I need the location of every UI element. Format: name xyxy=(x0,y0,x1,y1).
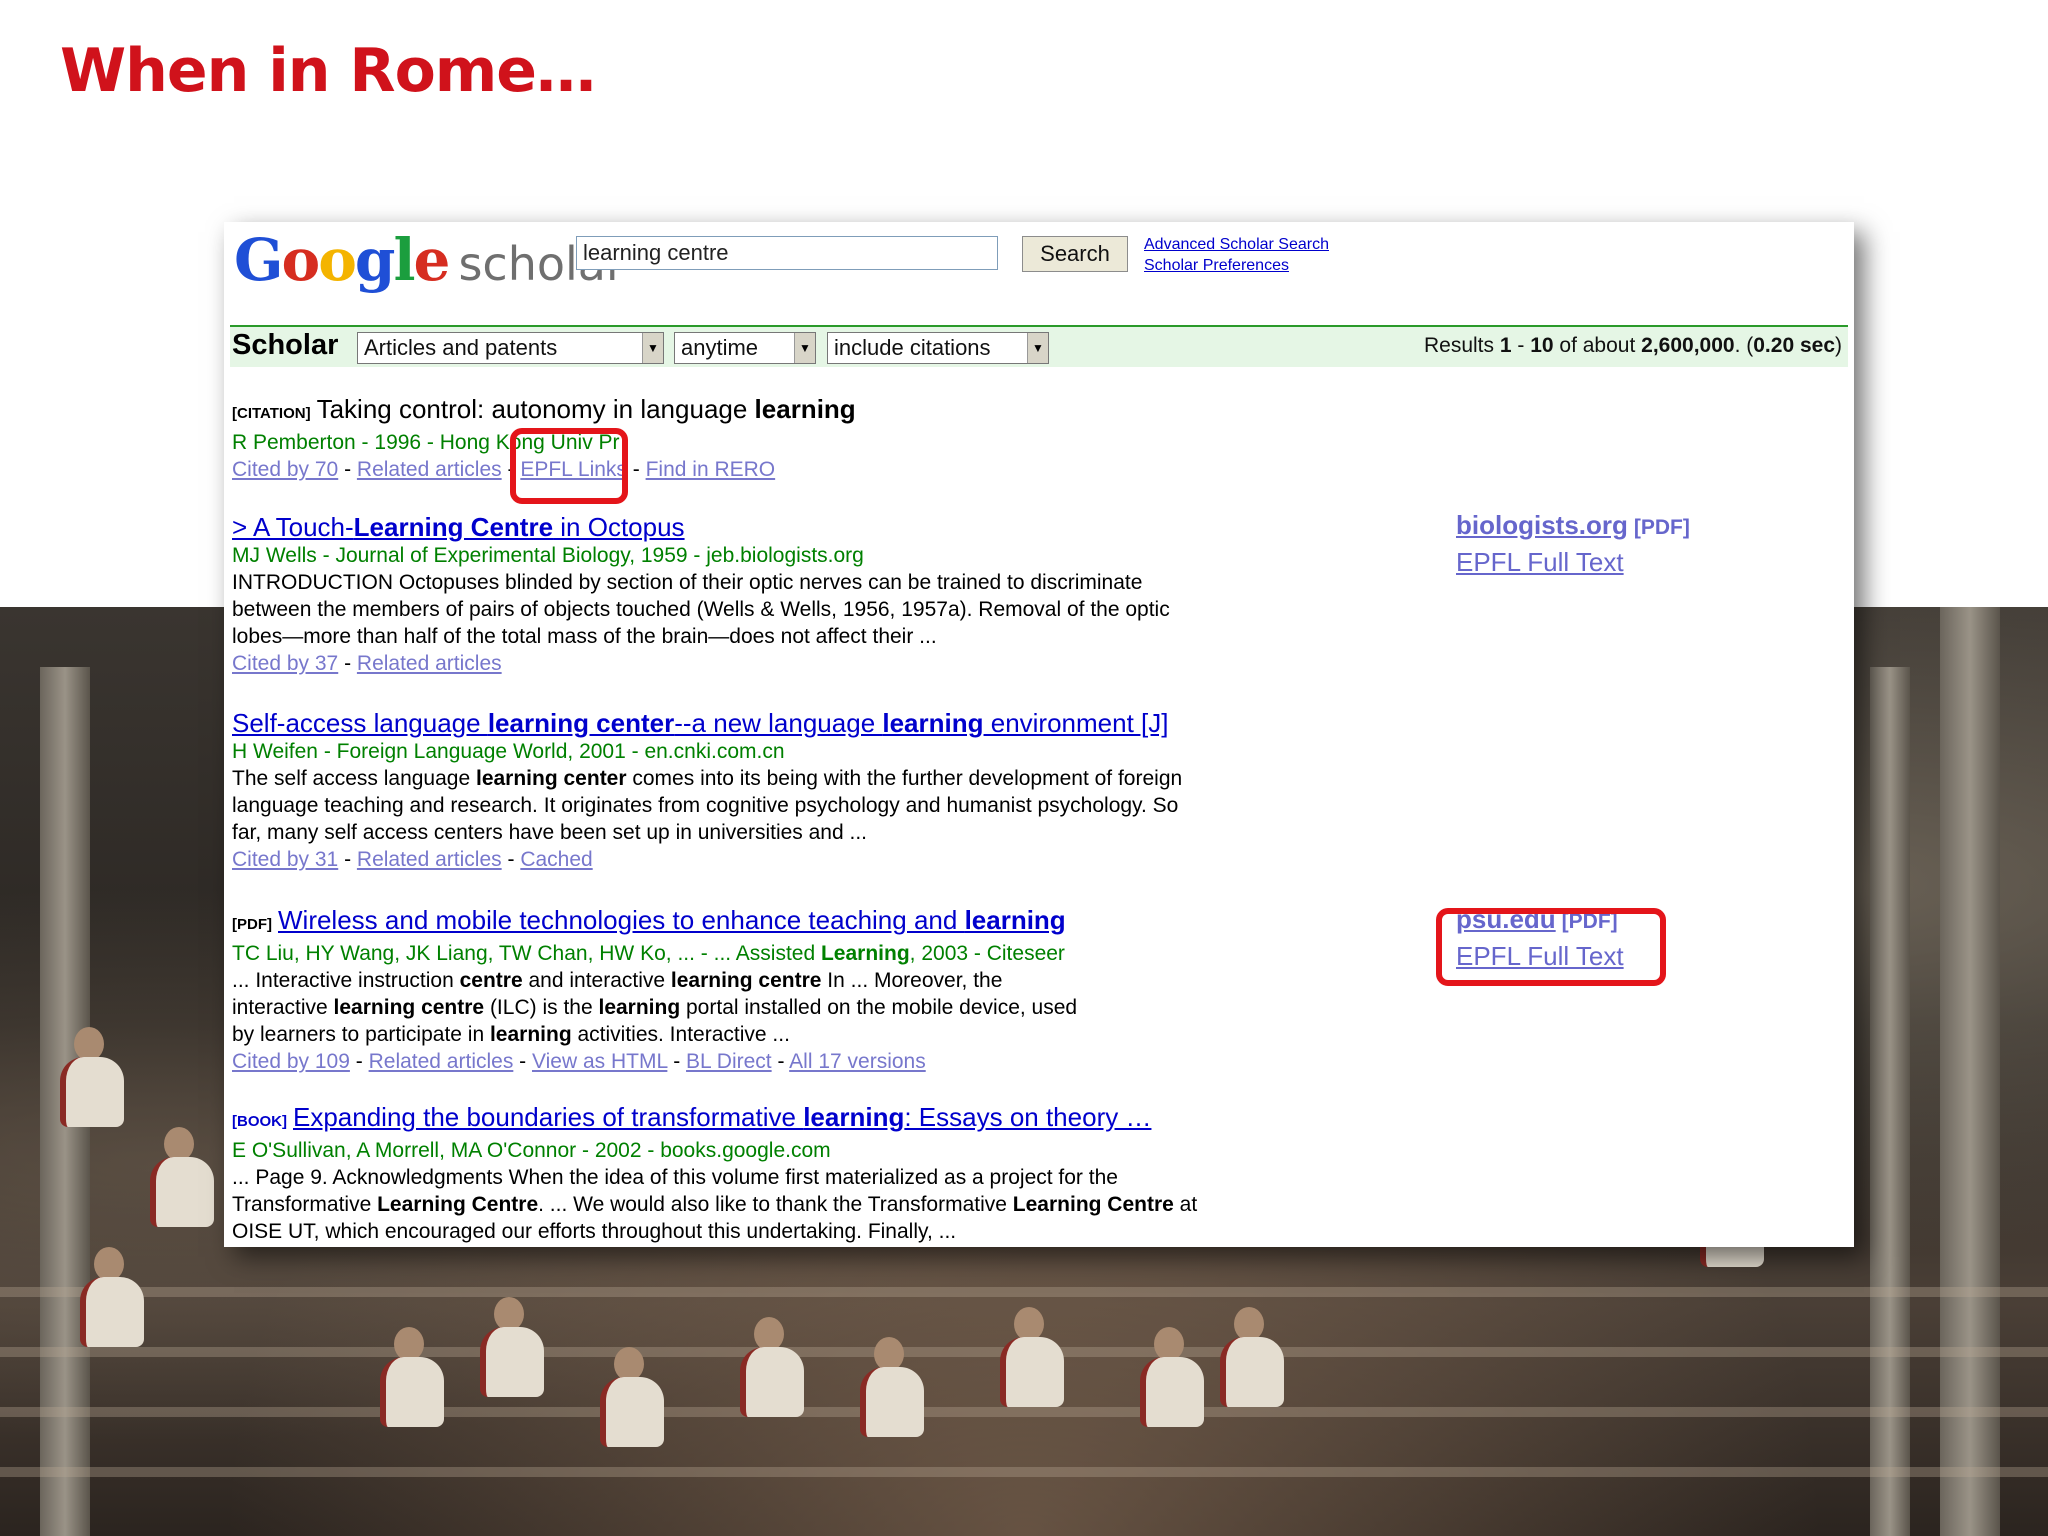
result-snippet: The self access language learning center… xyxy=(232,767,1183,844)
search-result: [CITATION] Taking control: autonomy in la… xyxy=(232,394,1232,483)
cited-by-link[interactable]: Cited by 109 xyxy=(232,1050,350,1073)
logo-letter: o xyxy=(318,226,357,294)
search-button[interactable]: Search xyxy=(1022,236,1128,272)
type-select[interactable]: Articles and patents ▼ xyxy=(357,332,664,364)
result-title-link[interactable]: Self-access language learning center--a … xyxy=(232,708,1169,738)
scholar-label: Scholar xyxy=(232,329,339,361)
logo-letter: G xyxy=(234,226,284,294)
chevron-down-icon: ▼ xyxy=(642,333,663,363)
result-meta: R Pemberton - 1996 - Hong Kong Univ Pr xyxy=(232,431,620,454)
step xyxy=(0,1467,2048,1477)
logo-letter: o xyxy=(281,226,321,294)
view-as-html-link[interactable]: View as HTML xyxy=(532,1050,667,1073)
result-meta: H Weifen - Foreign Language World, 2001 … xyxy=(232,740,785,763)
result-title[interactable]: > A Touch-Learning Centre in Octopus xyxy=(232,512,1232,542)
search-result: > A Touch-Learning Centre in Octopus MJ … xyxy=(232,512,1232,677)
scholar-window: Googlescholar Search Advanced Scholar Se… xyxy=(224,222,1854,1247)
preferences-link[interactable]: Scholar Preferences xyxy=(1144,255,1329,276)
advanced-search-link[interactable]: Advanced Scholar Search xyxy=(1144,234,1329,255)
chevron-down-icon: ▼ xyxy=(1027,333,1048,363)
related-articles-link[interactable]: Related articles xyxy=(357,652,502,675)
result-title[interactable]: [BOOK] Expanding the boundaries of transf… xyxy=(232,1102,1232,1137)
result-title-link[interactable]: > A Touch-Learning Centre in Octopus xyxy=(232,512,685,542)
time-select-value: anytime xyxy=(681,335,759,360)
logo-letter: e xyxy=(413,226,451,294)
search-input[interactable] xyxy=(576,236,998,270)
result-links: Cited by 109 - Related articles - View a… xyxy=(232,1050,926,1073)
cited-by-link[interactable]: Cited by 31 xyxy=(232,848,338,871)
bl-direct-link[interactable]: BL Direct xyxy=(686,1050,772,1073)
chevron-down-icon: ▼ xyxy=(794,333,815,363)
related-articles-link[interactable]: Related articles xyxy=(357,848,502,871)
result-type-tag: [BOOK] xyxy=(232,1113,287,1130)
result-links: Cited by 31 - Related articles - Cached xyxy=(232,848,593,871)
result-title: [CITATION] Taking control: autonomy in la… xyxy=(232,394,856,424)
result-snippet: INTRODUCTION Octopuses blinded by sectio… xyxy=(232,571,1170,648)
step xyxy=(0,1407,2048,1417)
column xyxy=(1870,667,1910,1536)
slide-title: When in Rome… xyxy=(60,36,596,106)
result-title-link[interactable]: Wireless and mobile technologies to enha… xyxy=(278,905,1066,935)
result-meta: E O'Sullivan, A Morrell, MA O'Connor - 2… xyxy=(232,1139,831,1162)
column xyxy=(1940,607,2000,1536)
time-select[interactable]: anytime ▼ xyxy=(674,332,816,364)
logo-letter: g xyxy=(354,226,396,294)
related-articles-link[interactable]: Related articles xyxy=(369,1050,514,1073)
result-links: Cited by 37 - Related articles xyxy=(232,652,502,675)
result-title[interactable]: Self-access language learning center--a … xyxy=(232,708,1232,738)
result-type-tag: [CITATION] xyxy=(232,405,311,422)
citations-select[interactable]: include citations ▼ xyxy=(827,332,1049,364)
all-versions-link[interactable]: All 17 versions xyxy=(789,1050,926,1073)
result-meta: TC Liu, HY Wang, JK Liang, TW Chan, HW K… xyxy=(232,942,1065,965)
logo-letter: l xyxy=(393,226,415,294)
annotation-box-epfl-full-text xyxy=(1436,908,1666,986)
results-count: Results 1 - 10 of about 2,600,000. (0.20… xyxy=(1423,334,1842,357)
citations-select-value: include citations xyxy=(834,335,991,360)
annotation-box-epfl-links xyxy=(510,428,628,504)
search-result: [BOOK] Expanding the boundaries of transf… xyxy=(232,1102,1232,1245)
cited-by-link[interactable]: Cited by 37 xyxy=(232,652,338,675)
header-links: Advanced Scholar Search Scholar Preferen… xyxy=(1144,234,1329,276)
result-type-tag: [PDF] xyxy=(232,916,272,933)
result-snippet: ... Interactive instruction centre and i… xyxy=(232,969,1078,1046)
search-result: Self-access language learning center--a … xyxy=(232,708,1232,873)
result-meta: MJ Wells - Journal of Experimental Biolo… xyxy=(232,544,864,567)
cached-link[interactable]: Cached xyxy=(520,848,592,871)
filter-bar: Scholar Articles and patents ▼ anytime ▼ i… xyxy=(230,325,1848,367)
epfl-full-text-link[interactable]: EPFL Full Text xyxy=(1456,547,1624,577)
cited-by-link[interactable]: Cited by 70 xyxy=(232,458,338,481)
result-title[interactable]: [PDF] Wireless and mobile technologies to… xyxy=(232,905,1232,940)
pdf-tag: [PDF] xyxy=(1633,516,1690,539)
search-result: [PDF] Wireless and mobile technologies to… xyxy=(232,905,1232,1075)
step xyxy=(0,1287,2048,1297)
related-articles-link[interactable]: Related articles xyxy=(357,458,502,481)
result-links: Cited by 70 - Related articles - EPFL Li… xyxy=(232,458,776,481)
type-select-value: Articles and patents xyxy=(364,335,558,360)
result-title-link[interactable]: Expanding the boundaries of transformati… xyxy=(293,1102,1151,1132)
google-scholar-logo[interactable]: Google scholar xyxy=(234,226,625,296)
fulltext-side-links: biologists.org [PDF] EPFL Full Text xyxy=(1456,508,1690,579)
result-snippet: ... Page 9. Acknowledgments When the ide… xyxy=(232,1166,1198,1243)
source-domain-link[interactable]: biologists.org xyxy=(1456,510,1628,540)
find-in-rero-link[interactable]: Find in RERO xyxy=(646,458,776,481)
